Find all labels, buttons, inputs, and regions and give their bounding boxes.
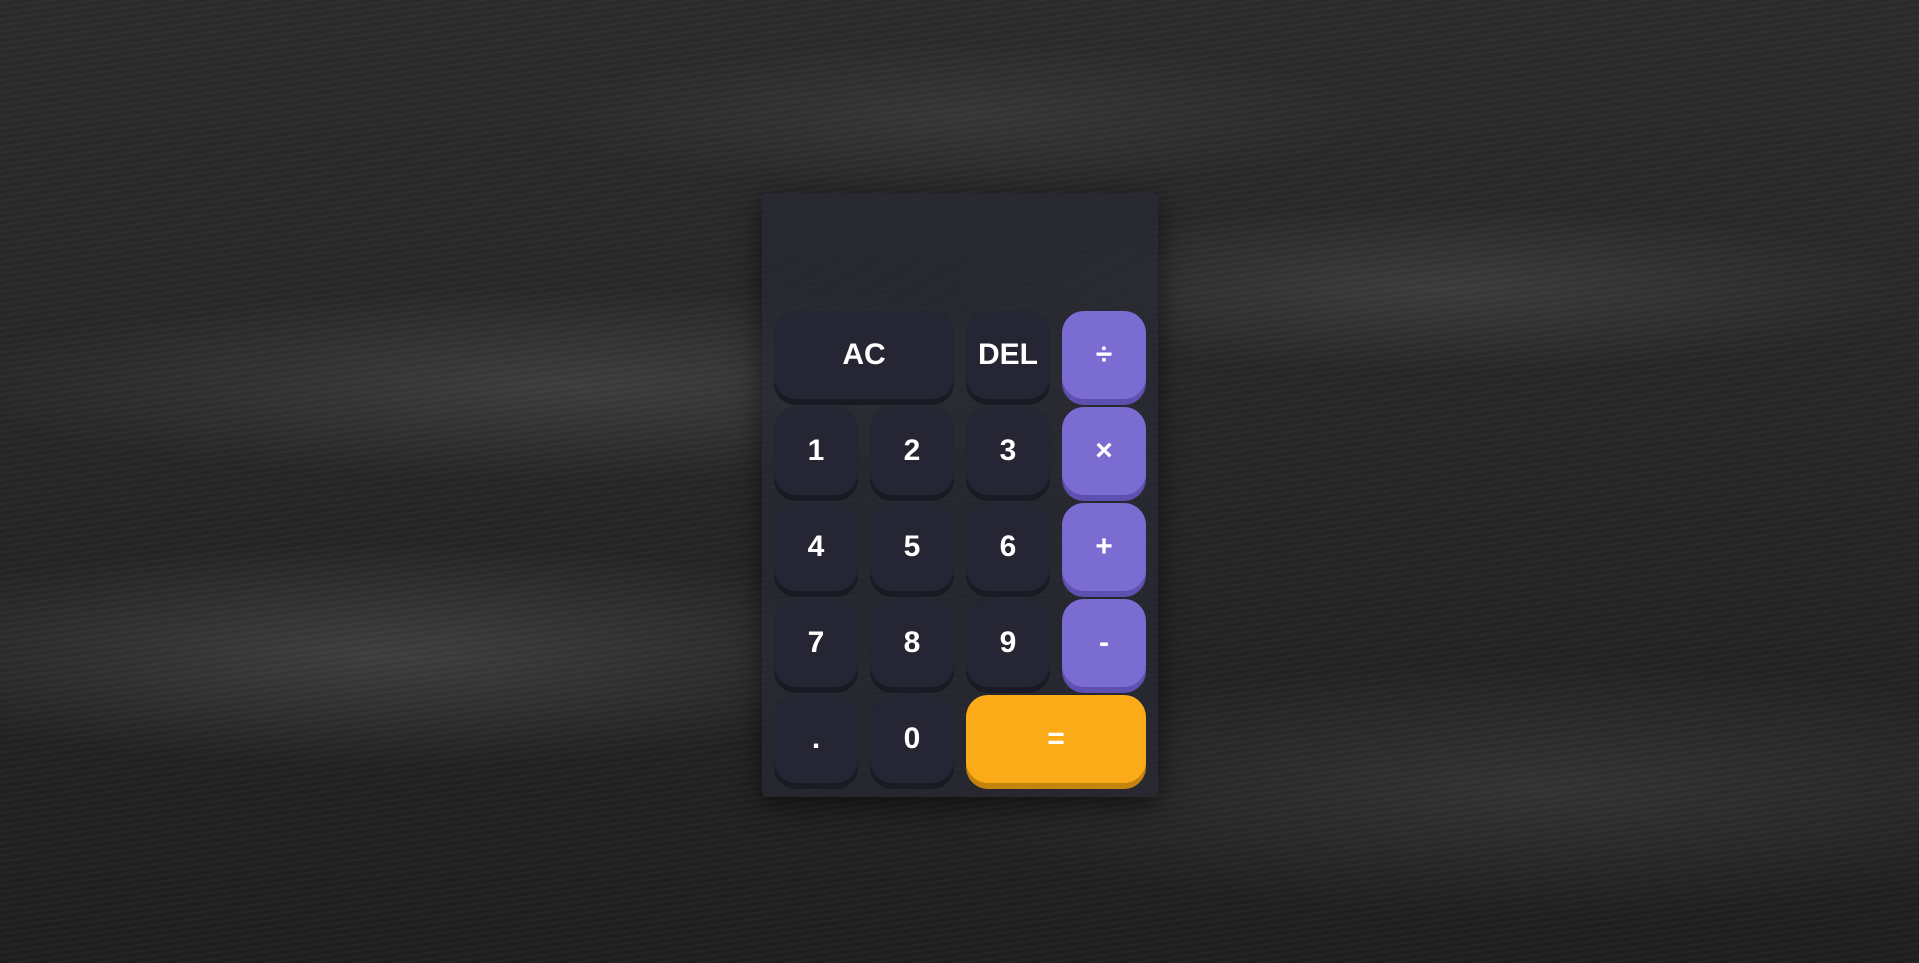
digit-9-button[interactable]: 9 (966, 599, 1050, 687)
digit-7-button[interactable]: 7 (774, 599, 858, 687)
delete-button[interactable]: DEL (966, 311, 1050, 399)
decimal-point-button[interactable]: . (774, 695, 858, 783)
digit-4-button[interactable]: 4 (774, 503, 858, 591)
digit-6-button[interactable]: 6 (966, 503, 1050, 591)
equals-button[interactable]: = (966, 695, 1146, 783)
keypad: AC DEL ÷ 1 2 3 × 4 5 6 + 7 8 9 - . 0 = (774, 311, 1146, 783)
current-operand (788, 237, 1132, 285)
digit-8-button[interactable]: 8 (870, 599, 954, 687)
digit-3-button[interactable]: 3 (966, 407, 1050, 495)
multiply-button[interactable]: × (1062, 407, 1146, 495)
all-clear-button[interactable]: AC (774, 311, 954, 399)
digit-2-button[interactable]: 2 (870, 407, 954, 495)
digit-0-button[interactable]: 0 (870, 695, 954, 783)
plus-button[interactable]: + (1062, 503, 1146, 591)
digit-5-button[interactable]: 5 (870, 503, 954, 591)
calculator-panel: AC DEL ÷ 1 2 3 × 4 5 6 + 7 8 9 - . 0 = (762, 193, 1158, 797)
digit-1-button[interactable]: 1 (774, 407, 858, 495)
calculator-display (774, 201, 1146, 301)
minus-button[interactable]: - (1062, 599, 1146, 687)
divide-button[interactable]: ÷ (1062, 311, 1146, 399)
previous-operand (788, 211, 1132, 237)
